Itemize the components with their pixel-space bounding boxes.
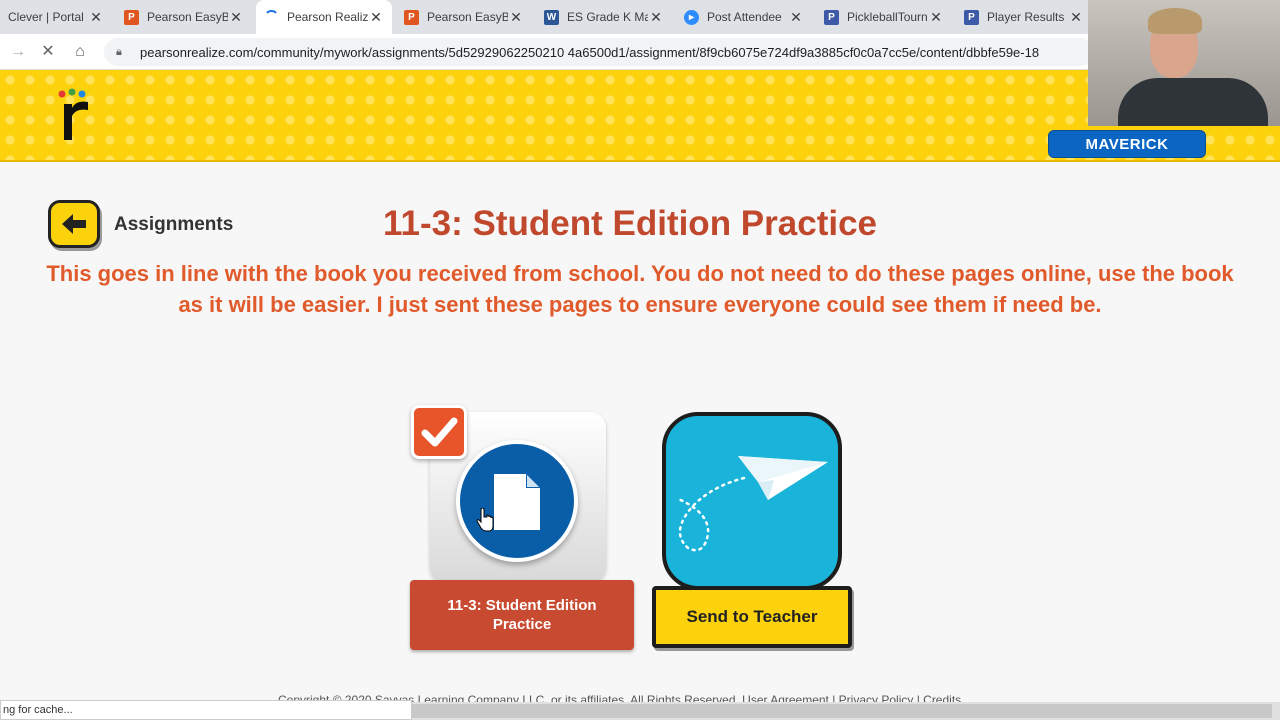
status-bar: ng for cache...	[0, 700, 412, 720]
tab-title: PickleballTourn	[847, 10, 928, 24]
presenter-body	[1118, 78, 1268, 126]
webcam-overlay	[1088, 0, 1280, 126]
close-tab-icon[interactable]: ✕	[1068, 9, 1084, 26]
scrollbar-thumb[interactable]	[412, 704, 1272, 718]
tab-title: Player Results	[987, 10, 1065, 24]
user-menu-button[interactable]: MAVERICK	[1048, 130, 1206, 158]
url-text: pearsonrealize.com/community/mywork/assi…	[140, 44, 1040, 60]
address-bar[interactable]: 🔒︎ pearsonrealize.com/community/mywork/a…	[104, 38, 1094, 66]
close-tab-icon[interactable]: ✕	[648, 9, 664, 26]
pearson-icon: P	[404, 9, 419, 25]
tab-title: Pearson Realiz	[287, 10, 368, 24]
tab-word-doc[interactable]: W ES Grade K Ma ✕	[536, 0, 672, 34]
tab-title: Post Attendee	[707, 10, 782, 24]
presenter-hair	[1148, 8, 1202, 34]
document-icon-circle[interactable]	[456, 440, 578, 562]
loading-spinner-icon	[264, 9, 279, 25]
teacher-note: This goes in line with the book you rece…	[46, 261, 1234, 317]
tab-pickleball[interactable]: P PickleballTourn ✕	[816, 0, 952, 34]
realize-logo-icon[interactable]	[56, 88, 96, 144]
tab-pearson-easybridge-2[interactable]: P Pearson EasyB ✕	[396, 0, 532, 34]
back-label[interactable]: Assignments	[114, 214, 233, 236]
close-tab-icon[interactable]: ✕	[508, 9, 524, 26]
tab-title: Pearson EasyB	[147, 10, 228, 24]
pickleball-icon: P	[964, 9, 979, 25]
tab-title: Clever | Portal	[8, 10, 84, 24]
document-icon	[494, 474, 540, 530]
stop-loading-icon[interactable]: ✕	[38, 42, 58, 62]
back-button[interactable]	[48, 200, 100, 248]
pearson-icon: P	[124, 9, 139, 25]
close-tab-icon[interactable]: ✕	[928, 9, 944, 26]
close-tab-icon[interactable]: ✕	[88, 9, 104, 26]
tab-title: ES Grade K Ma	[567, 10, 648, 24]
home-icon[interactable]: ⌂	[70, 42, 90, 62]
zoom-icon: ▸	[684, 9, 699, 25]
student-edition-label[interactable]: 11-3: Student Edition Practice	[410, 580, 634, 650]
paper-plane-icon	[674, 456, 828, 552]
tab-pearson-easybridge[interactable]: P Pearson EasyB ✕	[116, 0, 252, 34]
hand-cursor-icon	[476, 508, 494, 532]
word-icon: W	[544, 9, 559, 25]
close-tab-icon[interactable]: ✕	[788, 9, 804, 26]
close-tab-icon[interactable]: ✕	[368, 9, 384, 26]
lock-icon: 🔒︎	[116, 46, 122, 58]
tab-zoom[interactable]: ▸ Post Attendee ✕	[676, 0, 812, 34]
tab-player-results[interactable]: P Player Results ✕	[956, 0, 1092, 34]
send-to-teacher-button[interactable]: Send to Teacher	[652, 586, 852, 648]
tab-clever[interactable]: Clever | Portal ✕	[0, 0, 112, 34]
arrow-left-icon	[62, 214, 86, 234]
close-tab-icon[interactable]: ✕	[228, 9, 244, 26]
forward-arrow-icon[interactable]: →	[8, 42, 28, 62]
pickleball-icon: P	[824, 9, 839, 25]
page-title: 11-3: Student Edition Practice	[383, 204, 877, 243]
completed-check-icon	[411, 405, 467, 459]
tab-pearson-realize[interactable]: Pearson Realiz ✕	[256, 0, 392, 34]
tab-title: Pearson EasyB	[427, 10, 508, 24]
send-to-teacher-card[interactable]	[662, 412, 842, 590]
